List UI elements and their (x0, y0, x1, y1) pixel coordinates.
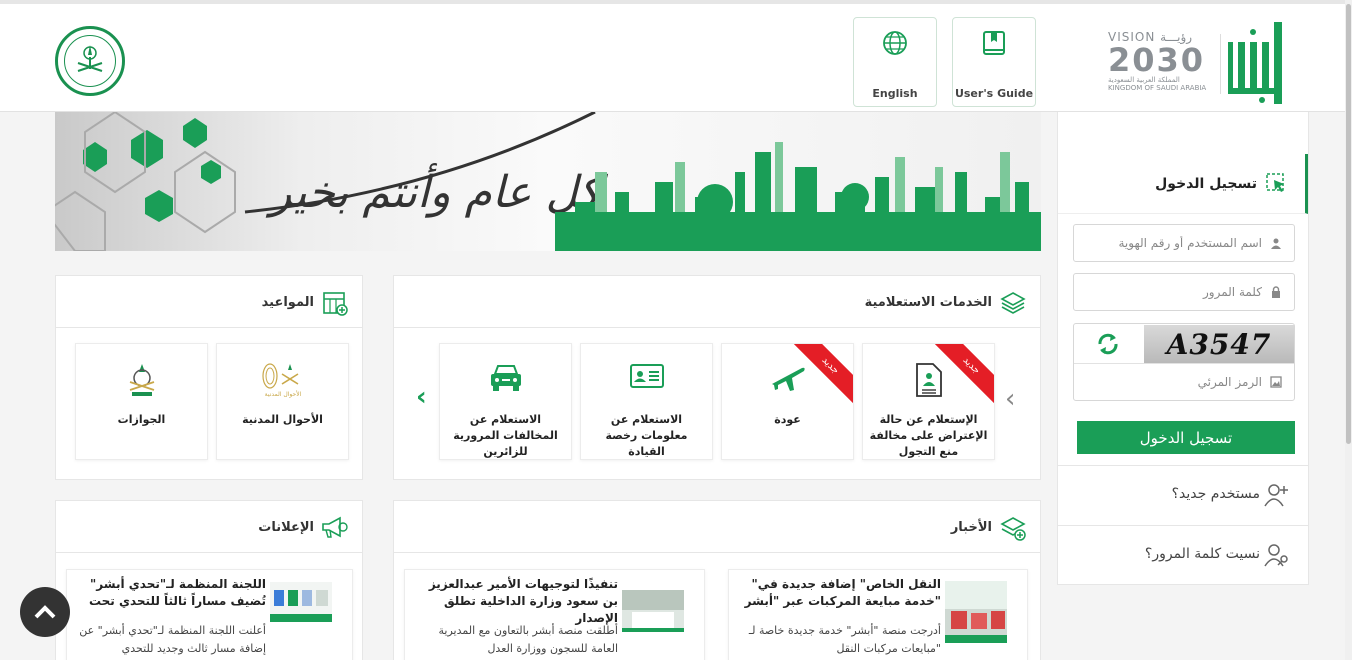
username-field[interactable] (1073, 224, 1295, 262)
car-icon (490, 365, 521, 391)
inquiry-services-title: الخدمات الاستعلامية (864, 295, 992, 310)
login-header: تسجيل الدخول (1058, 154, 1308, 214)
announcements-title: الإعلانات (258, 520, 314, 535)
password-input[interactable] (1082, 274, 1262, 310)
announcements-header: الإعلانات (56, 501, 362, 553)
add-user-icon (1264, 484, 1288, 507)
passports-logo-icon (129, 364, 154, 396)
appointment-tile-civil-affairs[interactable]: الأحوال المدنية الأحوال المدنية (216, 343, 349, 460)
announcement-thumbnail (270, 582, 332, 622)
appointments-title: المواعيد (261, 295, 314, 310)
airplane-icon (771, 367, 805, 391)
inquiry-tile-awda[interactable]: جديد عودة (721, 343, 854, 460)
announcements-card: الإعلانات اللجنة المنظمة لـ"تحدي أبشر" ت… (55, 500, 363, 660)
news-item-desc: أدرجت منصة "أبشر" خدمة جديدة خاصة لـ "مب… (748, 624, 941, 655)
scroll-to-top-button[interactable] (20, 587, 70, 637)
layers-icon (1000, 292, 1026, 314)
user-key-icon (1264, 544, 1288, 567)
user-icon (1271, 238, 1281, 249)
login-panel: تسجيل الدخول A3547 تسجيل الدخول مستخدم ج… (1057, 112, 1309, 585)
calendar-add-icon (323, 292, 348, 316)
inquiry-tile-curfew-objection[interactable]: جديد الإستعلام عن حالة الإعتراض على مخال… (862, 343, 995, 460)
banner-greeting-text: كل عام وأنتم بخير (265, 163, 609, 218)
captcha-input[interactable] (1082, 364, 1262, 400)
banner-illustration: كل عام وأنتم بخير (55, 112, 1041, 251)
saudi-emblem-logo (55, 26, 125, 96)
news-thumbnail (622, 590, 684, 632)
megaphone-icon (322, 516, 348, 538)
inquiry-services-header: الخدمات الاستعلامية (394, 276, 1040, 328)
page-scrollbar[interactable] (1345, 0, 1352, 660)
inquiry-services-card: الخدمات الاستعلامية ‹ ‹ جديد الإستعلام ع… (393, 275, 1041, 480)
new-user-link[interactable]: مستخدم جديد؟ (1058, 465, 1308, 525)
header: English User's Guide VISION رؤيـــة 2030… (0, 0, 1352, 112)
appointments-card: المواعيد الأحوال المدنية الأحوال المدنية… (55, 275, 363, 480)
lock-icon (1272, 286, 1280, 298)
document-person-icon (915, 363, 942, 397)
chevron-up-icon (34, 605, 56, 619)
inquiry-tile-label: الاستعلام عن المخالفات المرورية للزائرين (453, 413, 558, 458)
captcha-image: A3547 (1144, 325, 1294, 363)
announcement-item[interactable]: اللجنة المنظمة لـ"تحدي أبشر" تُضيف مسارا… (66, 569, 353, 660)
news-item[interactable]: تنفيذًا لتوجيهات الأمير عبدالعزيز بن سعو… (404, 569, 705, 660)
inquiry-tile-visitor-violations[interactable]: الاستعلام عن المخالفات المرورية للزائرين (439, 343, 572, 460)
carousel-next-arrow[interactable]: ‹ (416, 382, 427, 412)
login-submit-button[interactable]: تسجيل الدخول (1077, 421, 1295, 454)
announcement-item-title: اللجنة المنظمة لـ"تحدي أبشر" تُضيف مسارا… (88, 577, 266, 608)
inquiry-tile-driving-license[interactable]: الاستعلام عن معلومات رخصة القيادة (580, 343, 713, 460)
news-item-desc: أطلقت منصة أبشر بالتعاون مع المديرية الع… (438, 624, 618, 655)
users-guide-button[interactable]: User's Guide (952, 17, 1036, 107)
appointment-tile-label: الأحوال المدنية (242, 413, 323, 426)
scrollbar-thumb[interactable] (1346, 4, 1351, 444)
announcement-item-desc: أعلنت اللجنة المنظمة لـ"تحدي أبشر" عن إض… (79, 624, 266, 655)
login-title: تسجيل الدخول (1155, 176, 1257, 192)
news-item-title: "النقل الخاص" إضافة جديدة في خدمة مبايعة… (744, 577, 941, 608)
news-header: الأخبار (394, 501, 1040, 553)
users-guide-label: User's Guide (954, 87, 1034, 100)
news-title: الأخبار (950, 520, 992, 535)
username-input[interactable] (1082, 225, 1262, 261)
forgot-password-label: نسيت كلمة المرور؟ (1144, 546, 1260, 562)
news-item[interactable]: "النقل الخاص" إضافة جديدة في خدمة مبايعة… (728, 569, 1028, 660)
inquiry-tile-label: عودة (774, 413, 801, 426)
appointment-tile-label: الجوازات (117, 413, 166, 426)
news-card: الأخبار "النقل الخاص" إضافة جديدة في خدم… (393, 500, 1041, 660)
inquiry-tile-label: الاستعلام عن معلومات رخصة القيادة (605, 413, 688, 458)
vision-2030-logo: VISION رؤيـــة 2030 المملكة العربية السع… (1108, 30, 1207, 92)
english-button[interactable]: English (853, 17, 937, 107)
new-user-label: مستخدم جديد؟ (1171, 486, 1260, 502)
news-add-icon (1000, 517, 1026, 541)
civil-affairs-logo-icon: الأحوال المدنية (261, 363, 301, 398)
refresh-captcha-icon[interactable] (1096, 332, 1120, 356)
book-icon (983, 31, 1005, 55)
password-field[interactable] (1073, 273, 1295, 311)
svg-text:الأحوال المدنية: الأحوال المدنية (264, 390, 301, 398)
image-icon (1270, 376, 1282, 388)
carousel-prev-arrow[interactable]: ‹ (1005, 384, 1015, 414)
absher-logo (1228, 22, 1286, 106)
news-thumbnail (945, 581, 1007, 643)
globe-icon (883, 31, 907, 55)
forgot-password-link[interactable]: نسيت كلمة المرور؟ (1058, 525, 1308, 585)
eid-greeting-banner: كل عام وأنتم بخير (55, 112, 1041, 251)
logo-divider (1220, 34, 1221, 94)
cursor-select-icon (1266, 173, 1284, 192)
appointment-tile-passports[interactable]: الجوازات (75, 343, 208, 460)
news-item-title: تنفيذًا لتوجيهات الأمير عبدالعزيز بن سعو… (428, 577, 618, 625)
appointments-header: المواعيد (56, 276, 362, 328)
id-card-icon (629, 364, 664, 388)
inquiry-tile-label: الإستعلام عن حالة الإعتراض على مخالفة من… (869, 413, 988, 458)
english-label: English (872, 87, 918, 100)
captcha-field: A3547 (1073, 323, 1295, 401)
